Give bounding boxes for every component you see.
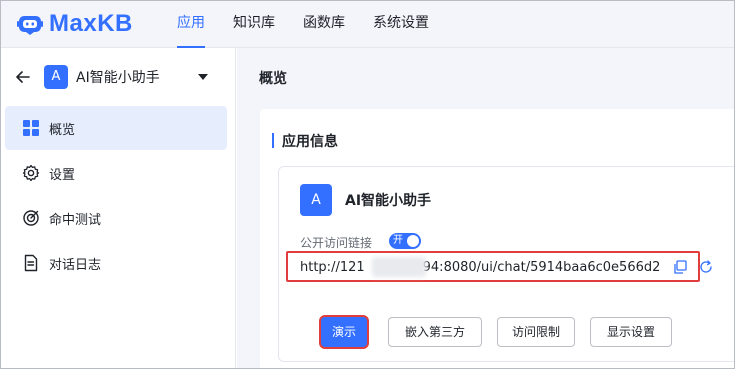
display-settings-button[interactable]: 显示设置 [590,317,672,347]
sidebar-item-label: 设置 [49,167,76,183]
app-name[interactable]: AI智能小助手 [76,67,160,87]
nav-item-knowledge[interactable]: 知识库 [233,0,275,48]
redacted-ip-mask [372,257,426,277]
section-title: 应用信息 [260,131,338,151]
brand-logo[interactable]: MaxKB [17,10,177,38]
sidebar-item-chat-logs[interactable]: 对话日志 [5,241,227,285]
app-info-panel: 应用信息 A AI智能小助手 公开访问链接 开 http://121 94:808… [260,109,735,369]
toggle-knob [407,235,419,247]
sidebar-item-label: 概览 [49,122,76,138]
refresh-icon[interactable] [699,260,713,274]
demo-button[interactable]: 演示 [321,317,367,347]
top-navbar: MaxKB 应用 知识库 函数库 系统设置 [0,0,735,48]
app-title: AI智能小助手 [345,193,432,209]
public-url-highlight: http://121 94:8080/ui/chat/5914baa6c0e566… [286,251,700,282]
sidebar-item-settings[interactable]: 设置 [5,151,227,195]
document-icon [24,254,38,272]
embed-third-party-button[interactable]: 嵌入第三方 [388,317,482,347]
toggle-label: 开 [393,235,403,246]
url-suffix: 94:8080/ui/chat/5914baa6c0e566d2 [422,260,661,275]
main-content: 概览 应用信息 A AI智能小助手 公开访问链接 开 http://121 94:… [237,48,735,369]
app-switcher: A AI智能小助手 [0,48,235,106]
back-arrow-icon[interactable] [14,68,32,86]
nav-item-apps[interactable]: 应用 [177,0,205,48]
url-prefix: http://121 [300,260,365,275]
public-url[interactable]: http://121 94:8080/ui/chat/5914baa6c0e566… [300,260,660,275]
nav-item-system-settings[interactable]: 系统设置 [373,0,429,48]
gear-icon [22,164,40,182]
brand-name: MaxKB [49,9,133,37]
sidebar-item-label: 命中测试 [49,212,102,228]
grid-icon [23,120,39,136]
app-info-card: A AI智能小助手 公开访问链接 开 http://121 94:8080/ui/… [278,166,735,362]
public-link-toggle[interactable]: 开 [389,233,421,249]
app-avatar: A [44,65,68,89]
sidebar-item-label: 对话日志 [49,257,102,273]
app-avatar: A [300,184,332,216]
sidebar: A AI智能小助手 概览 设置 命中测试 对话日志 [0,48,236,369]
sidebar-item-hit-test[interactable]: 命中测试 [5,196,227,240]
copy-icon[interactable] [673,260,687,274]
sidebar-item-overview[interactable]: 概览 [5,106,227,150]
public-link-label: 公开访问链接 [300,236,373,250]
target-icon [23,210,39,226]
main-nav: 应用 知识库 函数库 系统设置 [177,0,457,48]
access-limit-button[interactable]: 访问限制 [497,317,575,347]
robot-logo-icon [17,15,43,35]
caret-down-icon[interactable] [197,74,208,80]
page-title: 概览 [259,71,287,87]
nav-item-functions[interactable]: 函数库 [303,0,345,48]
